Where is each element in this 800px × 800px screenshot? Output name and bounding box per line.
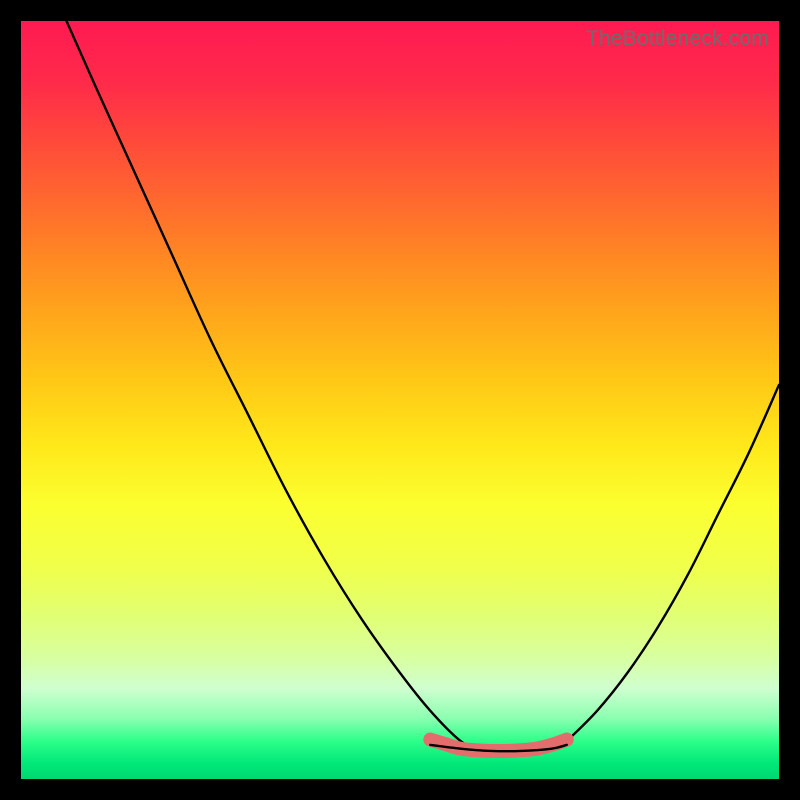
chart-frame: TheBottleneck.com xyxy=(0,0,800,800)
plot-area: TheBottleneck.com xyxy=(21,21,779,779)
curve-left xyxy=(66,21,487,756)
attribution-watermark: TheBottleneck.com xyxy=(586,27,769,51)
curve-right xyxy=(567,385,779,741)
chart-svg xyxy=(21,21,779,779)
